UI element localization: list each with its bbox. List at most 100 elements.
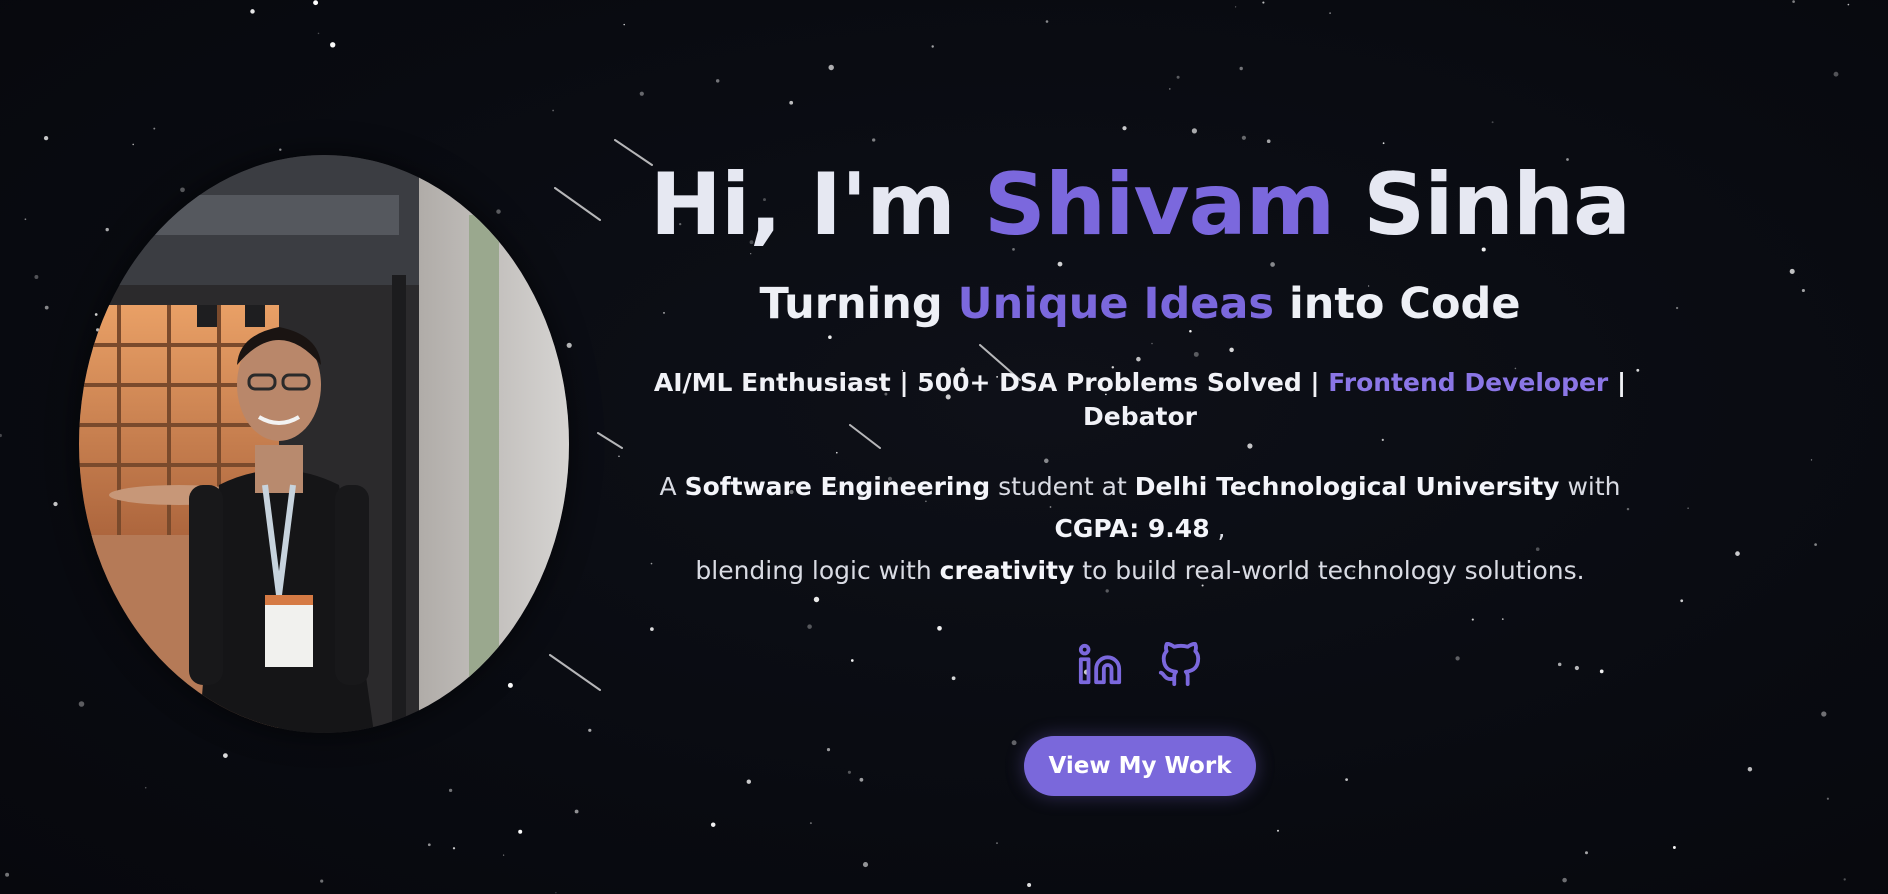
star — [502, 854, 505, 856]
star — [1491, 121, 1494, 124]
star — [320, 879, 324, 883]
star — [1826, 797, 1829, 800]
star — [43, 135, 49, 141]
star — [1585, 851, 1588, 855]
star — [809, 822, 812, 825]
star — [623, 23, 625, 26]
star — [828, 64, 834, 71]
star — [566, 342, 572, 348]
star — [1814, 543, 1817, 546]
star — [1687, 507, 1689, 509]
star — [317, 32, 320, 35]
star — [1122, 126, 1127, 131]
star — [1680, 599, 1684, 603]
roles-accent: Frontend Developer — [1328, 368, 1609, 397]
hero-tagline: Turning Unique Ideas into Code — [600, 276, 1680, 332]
star — [1266, 139, 1271, 144]
tagline-suffix: into Code — [1289, 279, 1521, 329]
star — [180, 187, 185, 193]
star — [496, 209, 501, 214]
star — [1789, 268, 1795, 274]
view-my-work-button[interactable]: View My Work — [1024, 736, 1256, 796]
star — [639, 91, 644, 96]
shooting-star — [549, 654, 601, 691]
profile-photo — [79, 155, 569, 733]
star — [452, 847, 456, 850]
linkedin-link[interactable] — [1077, 642, 1123, 688]
star — [1821, 711, 1827, 717]
star — [153, 127, 156, 130]
title-first-name: Shivam — [983, 155, 1335, 255]
title-prefix: Hi, I'm — [649, 155, 956, 255]
star — [105, 227, 109, 232]
star — [996, 842, 998, 844]
star — [279, 148, 282, 151]
star — [1234, 6, 1237, 8]
star — [1847, 3, 1850, 6]
desc-program: Software Engineering — [684, 472, 991, 501]
star — [1176, 75, 1180, 79]
star — [518, 829, 523, 834]
star — [1801, 288, 1805, 293]
star — [330, 42, 336, 48]
title-last-name: Sinha — [1363, 155, 1631, 255]
star — [1239, 66, 1243, 71]
star — [507, 682, 513, 688]
star — [872, 138, 876, 142]
star — [448, 788, 453, 793]
star — [1843, 878, 1846, 881]
star — [223, 753, 228, 758]
github-icon — [1158, 642, 1201, 687]
star — [1735, 551, 1740, 556]
star — [574, 809, 579, 814]
star — [1833, 71, 1839, 77]
star — [1672, 846, 1676, 849]
linkedin-icon — [1078, 643, 1122, 685]
star — [1276, 829, 1280, 832]
star — [44, 305, 49, 310]
star — [1045, 20, 1049, 23]
github-link[interactable] — [1157, 642, 1203, 688]
roles-lead: AI/ML Enthusiast | 500+ DSA Problems Sol… — [653, 368, 1320, 397]
hero-description: A Software Engineering student at Delhi … — [640, 466, 1640, 592]
star — [0, 433, 2, 438]
shooting-star — [554, 187, 601, 221]
star — [931, 45, 934, 48]
desc-h: blending logic with — [695, 556, 932, 585]
star — [1169, 88, 1171, 90]
hero-title: Hi, I'm Shivam Sinha — [600, 150, 1680, 260]
social-links — [600, 642, 1680, 688]
star — [1329, 12, 1331, 14]
star — [710, 822, 716, 827]
star — [144, 786, 147, 789]
star — [24, 218, 27, 221]
desc-c: student at — [998, 472, 1127, 501]
star — [5, 872, 10, 877]
star — [1792, 0, 1795, 3]
star — [250, 9, 255, 14]
star — [1191, 128, 1197, 134]
star — [1262, 1, 1265, 4]
desc-j: to build real-world technology solutions… — [1082, 556, 1585, 585]
desc-a: A — [659, 472, 677, 501]
tagline-accent: Unique Ideas — [957, 279, 1275, 329]
star — [555, 892, 557, 894]
desc-creativity: creativity — [939, 556, 1075, 585]
star — [588, 728, 592, 732]
star — [427, 843, 431, 847]
star — [789, 100, 794, 105]
star — [1027, 883, 1032, 887]
tagline-prefix: Turning — [759, 279, 943, 329]
star — [313, 0, 319, 6]
desc-e: with — [1567, 472, 1621, 501]
star — [1562, 877, 1567, 883]
star — [1382, 142, 1385, 145]
star — [862, 862, 869, 868]
desc-g: , — [1217, 514, 1226, 543]
star — [552, 109, 554, 112]
star — [53, 501, 58, 507]
star — [34, 275, 39, 279]
star — [78, 701, 85, 707]
star — [94, 313, 98, 316]
star — [1747, 766, 1753, 772]
